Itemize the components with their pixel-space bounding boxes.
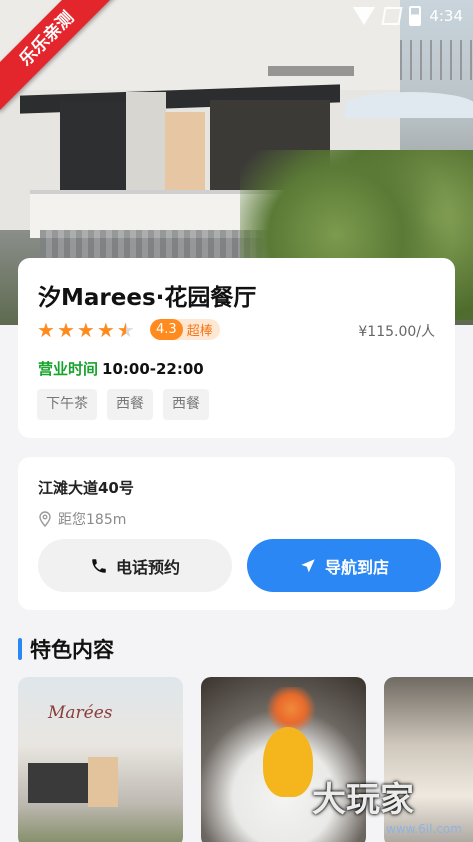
price-per-person: ¥115.00/人 <box>358 324 435 340</box>
status-time: 4:34 <box>429 7 463 25</box>
star-icon: ★ <box>96 318 115 342</box>
building-sign <box>268 66 354 76</box>
shutter <box>165 112 205 200</box>
rating-value: 4.3 <box>150 319 183 340</box>
hours-value: 10:00-22:00 <box>102 360 204 378</box>
thumb-garnish <box>263 687 319 731</box>
thumb-window <box>28 763 88 803</box>
tag-western[interactable]: 西餐 <box>163 389 209 420</box>
navigation-arrow-icon <box>301 558 315 572</box>
rating-stars: ★ ★ ★ ★ ★ <box>37 320 135 340</box>
star-icon: ★ <box>37 318 55 342</box>
section-accent-bar <box>18 638 22 660</box>
half-star-icon: ★ <box>116 318 135 342</box>
star-icon: ★ <box>56 318 75 342</box>
thumb-shutter <box>88 757 118 807</box>
tag-western[interactable]: 西餐 <box>107 389 153 420</box>
tag-afternoon-tea[interactable]: 下午茶 <box>37 389 97 420</box>
featured-section-title: 特色内容 <box>18 634 114 664</box>
status-bar: 4:34 <box>353 4 463 28</box>
watermark: 大玩家 www.6il.com <box>310 770 473 842</box>
distance-text: 距您185m <box>58 512 127 528</box>
umbrella <box>345 92 473 118</box>
watermark-url: www.6il.com <box>386 822 462 836</box>
opening-hours: 营业时间 10:00-22:00 <box>38 358 204 379</box>
address: 江滩大道40号 <box>38 479 134 497</box>
railing <box>400 40 473 80</box>
tag-list: 下午茶 西餐 西餐 <box>37 389 209 420</box>
location-pin-icon <box>39 511 51 527</box>
navigate-button[interactable]: 导航到店 <box>247 539 441 592</box>
no-sim-icon <box>381 7 403 25</box>
rating-badge: 4.3 超棒 <box>150 319 220 340</box>
location-card: 江滩大道40号 距您185m 电话预约 导航到店 <box>18 457 455 610</box>
rating-label: 超棒 <box>186 324 213 339</box>
featured-thumb-storefront[interactable]: Marées <box>18 677 183 842</box>
star-icon: ★ <box>76 318 95 342</box>
hours-label: 营业时间 <box>38 360 99 378</box>
phone-icon <box>92 558 106 573</box>
call-reserve-button[interactable]: 电话预约 <box>38 539 232 592</box>
thumb-logo: Marées <box>48 703 113 723</box>
restaurant-name: 汐Marees·花园餐厅 <box>38 285 257 311</box>
watermark-text: 大玩家 <box>312 780 414 820</box>
battery-icon <box>409 6 422 26</box>
thumb-dessert <box>263 727 313 797</box>
featured-title: 特色内容 <box>30 638 114 662</box>
navigate-button-label: 导航到店 <box>324 557 389 577</box>
wifi-icon <box>353 7 376 25</box>
info-card: 汐Marees·花园餐厅 ★ ★ ★ ★ ★ 4.3 超棒 ¥115.00/人 … <box>18 258 455 438</box>
call-button-label: 电话预约 <box>115 557 180 577</box>
distance: 距您185m <box>38 509 126 529</box>
